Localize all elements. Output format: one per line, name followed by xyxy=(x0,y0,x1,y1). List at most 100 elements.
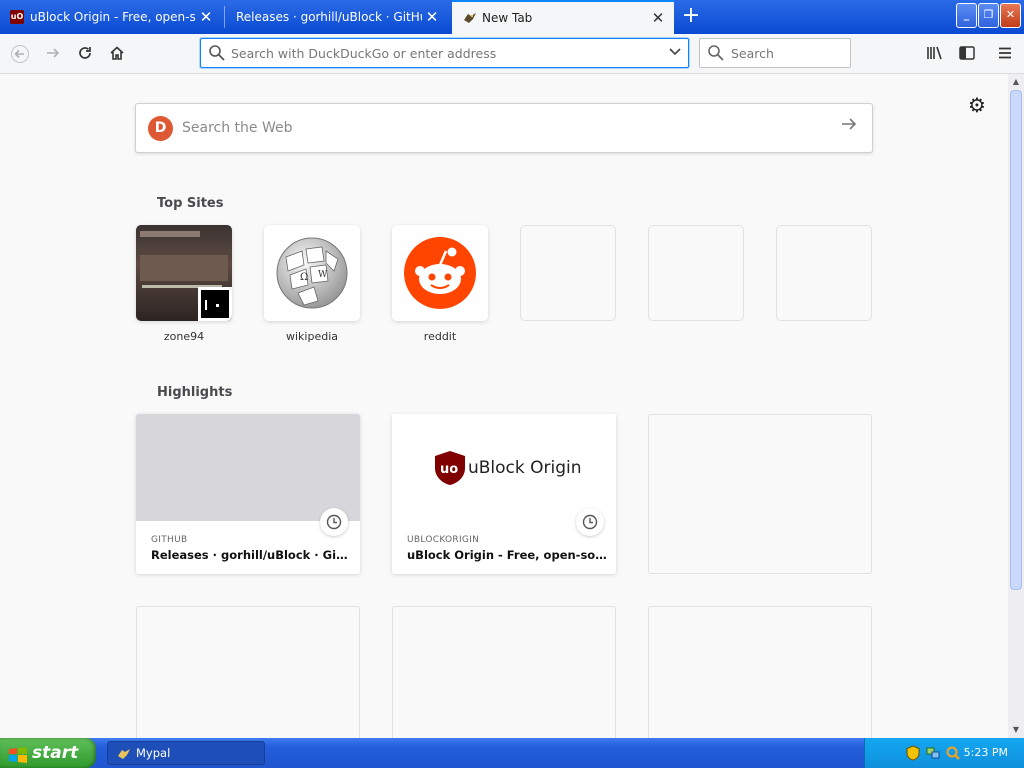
close-tab-icon[interactable]: ✕ xyxy=(422,8,442,26)
library-button[interactable] xyxy=(920,39,950,69)
wikipedia-globe-icon: Ω W xyxy=(276,237,348,309)
back-button[interactable] xyxy=(5,39,35,69)
highlight-card-empty xyxy=(392,606,616,738)
svg-text:Ω: Ω xyxy=(300,272,308,283)
vertical-scrollbar[interactable]: ▲ ▼ xyxy=(1008,74,1024,738)
top-site-label: wikipedia xyxy=(285,330,338,343)
search-bar[interactable] xyxy=(699,38,851,68)
home-button[interactable] xyxy=(102,39,132,69)
mypal-icon xyxy=(116,746,132,768)
tab-new-tab[interactable]: New Tab ✕ xyxy=(452,0,674,34)
web-search-input[interactable] xyxy=(182,117,782,139)
card-preview xyxy=(136,414,360,521)
restore-button[interactable]: ❐ xyxy=(978,3,999,28)
top-site-wikipedia[interactable]: Ω W wikipedia xyxy=(264,225,360,343)
site-favicon xyxy=(198,287,232,321)
web-search-box[interactable]: D xyxy=(135,103,873,153)
url-input[interactable] xyxy=(231,43,651,63)
top-site-empty xyxy=(520,225,616,321)
highlight-card-empty xyxy=(648,414,872,574)
card-preview: uo uBlock Origin xyxy=(392,414,616,521)
tab-ublock[interactable]: uO uBlock Origin - Free, open-source ✕ xyxy=(0,0,222,34)
start-button[interactable]: start xyxy=(0,738,96,768)
ublock-shield-icon: uo xyxy=(435,451,465,485)
site-thumbnail xyxy=(392,225,488,321)
scroll-up-arrow-icon[interactable]: ▲ xyxy=(1008,74,1024,90)
reload-button[interactable] xyxy=(70,39,100,69)
site-thumbnail: Ω W xyxy=(264,225,360,321)
security-shield-icon[interactable] xyxy=(905,745,921,761)
chevron-down-icon[interactable] xyxy=(668,44,682,61)
minimize-button[interactable]: _ xyxy=(956,3,977,28)
reload-icon xyxy=(79,47,91,59)
ublock-icon: uO xyxy=(10,10,24,24)
close-tab-icon[interactable]: ✕ xyxy=(648,9,668,27)
search-input[interactable] xyxy=(731,43,841,63)
card-host: UBLOCKORIGIN xyxy=(407,535,480,545)
reddit-alien-icon xyxy=(404,237,476,309)
empty-tile xyxy=(520,225,616,321)
scroll-down-arrow-icon[interactable]: ▼ xyxy=(1008,722,1024,738)
taskbar: start Mypal 5:23 PM xyxy=(0,738,1024,768)
search-icon xyxy=(208,44,226,65)
magnifier-icon[interactable] xyxy=(945,745,961,761)
card-title: Releases · gorhill/uBlock · GitHub xyxy=(151,548,351,562)
svg-text:uo: uo xyxy=(440,462,458,477)
tab-separator xyxy=(224,6,225,28)
library-icon xyxy=(927,46,942,60)
windows-flag-icon xyxy=(8,744,28,768)
tab-strip: uO uBlock Origin - Free, open-source ✕ R… xyxy=(0,0,1024,34)
top-site-reddit[interactable]: reddit xyxy=(392,225,488,343)
forward-arrow-icon xyxy=(47,48,60,58)
tab-title: New Tab xyxy=(482,11,533,25)
top-site-label: reddit xyxy=(423,330,457,343)
ublock-origin-logo: uo uBlock Origin xyxy=(434,450,582,486)
clock-icon xyxy=(576,508,604,536)
top-site-empty xyxy=(648,225,744,321)
home-icon xyxy=(110,46,124,60)
forward-button[interactable] xyxy=(38,39,68,69)
network-icon[interactable] xyxy=(925,745,941,761)
system-tray: 5:23 PM xyxy=(864,738,1024,768)
top-site-zone94[interactable]: zone94 xyxy=(136,225,232,343)
site-thumbnail xyxy=(136,225,232,321)
top-site-empty xyxy=(776,225,872,321)
card-host: GITHUB xyxy=(151,535,188,545)
tab-title: uBlock Origin - Free, open-source xyxy=(30,10,196,24)
tab-github-releases[interactable]: Releases · gorhill/uBlock · GitHub ✕ xyxy=(226,0,448,34)
arrow-right-icon[interactable] xyxy=(840,116,858,137)
close-tab-icon[interactable]: ✕ xyxy=(196,8,216,26)
sidebar-toggle-button[interactable] xyxy=(952,39,982,69)
tab-title: Releases · gorhill/uBlock · GitHub xyxy=(236,10,422,24)
clock-icon xyxy=(320,508,348,536)
svg-text:W: W xyxy=(318,270,328,280)
start-label: start xyxy=(32,743,79,763)
highlight-card-github[interactable]: GITHUB Releases · gorhill/uBlock · GitHu… xyxy=(136,414,360,574)
scroll-thumb[interactable] xyxy=(1010,90,1022,590)
taskbar-item-mypal[interactable]: Mypal xyxy=(107,741,265,765)
highlight-card-ublock[interactable]: uo uBlock Origin UBLOCKORIGIN uBlock Ori… xyxy=(392,414,616,574)
empty-tile xyxy=(648,225,744,321)
highlights-heading: Highlights xyxy=(157,385,233,400)
highlight-card-empty xyxy=(648,606,872,738)
top-sites-heading: Top Sites xyxy=(157,196,224,211)
new-tab-button[interactable]: + xyxy=(678,4,704,30)
address-bar[interactable] xyxy=(200,38,689,68)
search-icon xyxy=(707,44,725,65)
top-site-label: zone94 xyxy=(163,330,205,343)
nav-bar xyxy=(0,34,1024,74)
card-title: uBlock Origin - Free, open-source... xyxy=(407,548,607,562)
sidebar-icon xyxy=(959,46,975,60)
window-close-button[interactable]: ✕ xyxy=(1000,3,1021,28)
back-arrow-icon xyxy=(11,45,29,63)
taskbar-clock: 5:23 PM xyxy=(963,746,1008,759)
highlight-card-empty xyxy=(136,606,360,738)
menu-button[interactable] xyxy=(990,39,1020,69)
mypal-icon xyxy=(462,11,476,25)
ublock-logo-text: uBlock Origin xyxy=(468,458,582,478)
gear-icon[interactable]: ⚙ xyxy=(964,92,990,118)
duckduckgo-logo-icon: D xyxy=(148,116,173,141)
hamburger-menu-icon xyxy=(999,47,1011,59)
empty-tile xyxy=(776,225,872,321)
new-tab-page: ⚙ D Top Sites zone94 Ω W xyxy=(0,74,1008,738)
